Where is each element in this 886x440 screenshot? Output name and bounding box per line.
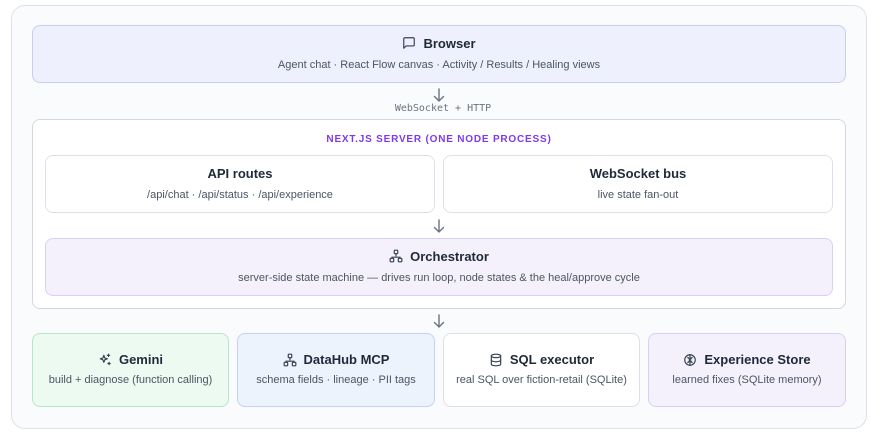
sparkles-icon (98, 353, 112, 367)
orchestrator-subtitle: server-side state machine — drives run l… (238, 271, 640, 284)
gemini-box: Gemini build + diagnose (function callin… (32, 333, 229, 407)
sql-subtitle: real SQL over fiction-retail (SQLite) (456, 374, 627, 386)
websocket-bus-box: WebSocket bus live state fan-out (443, 155, 833, 213)
orchestrator-title-row: Orchestrator (389, 249, 489, 264)
experience-title-row: Experience Store (683, 352, 811, 367)
datahub-title: DataHub MCP (303, 352, 390, 367)
datahub-mcp-box: DataHub MCP schema fields · lineage · PI… (237, 333, 435, 407)
sql-title: SQL executor (509, 352, 595, 367)
database-icon (489, 353, 503, 367)
api-routes-title: API routes (207, 165, 273, 181)
experience-store-box: Experience Store learned fixes (SQLite m… (648, 333, 846, 407)
gemini-title: Gemini (118, 352, 164, 367)
browser-title-row: Browser (402, 35, 476, 51)
hierarchy-icon (283, 353, 297, 367)
orchestrator-title: Orchestrator (410, 248, 489, 264)
experience-subtitle: learned fixes (SQLite memory) (672, 374, 822, 386)
datahub-title-row: DataHub MCP (283, 352, 390, 367)
browser-title: Browser (423, 35, 476, 51)
hierarchy-icon (389, 249, 403, 263)
brain-icon (683, 353, 697, 367)
arrow-down-icon (433, 314, 445, 328)
datahub-subtitle: schema fields · lineage · PII tags (256, 374, 416, 386)
orchestrator-box: Orchestrator server-side state machine —… (45, 238, 833, 296)
arrow-down-icon (433, 88, 445, 102)
sql-title-row: SQL executor (489, 352, 594, 367)
browser-box: Browser Agent chat · React Flow canvas ·… (32, 25, 846, 83)
sql-executor-box: SQL executor real SQL over fiction-retai… (443, 333, 640, 407)
gemini-subtitle: build + diagnose (function calling) (48, 374, 213, 386)
websocket-bus-subtitle: live state fan-out (597, 188, 679, 201)
server-label: NEXT.JS SERVER (ONE NODE PROCESS) (326, 134, 552, 145)
websocket-bus-title: WebSocket bus (589, 165, 687, 181)
api-routes-subtitle: /api/chat · /api/status · /api/experienc… (147, 188, 333, 201)
connection-label: WebSocket + HTTP (394, 103, 492, 114)
chat-bubble-icon (402, 36, 416, 50)
browser-subtitle: Agent chat · React Flow canvas · Activit… (277, 58, 601, 71)
gemini-title-row: Gemini (98, 352, 163, 367)
arrow-down-icon (433, 219, 445, 233)
api-routes-box: API routes /api/chat · /api/status · /ap… (45, 155, 435, 213)
experience-title: Experience Store (704, 352, 811, 367)
